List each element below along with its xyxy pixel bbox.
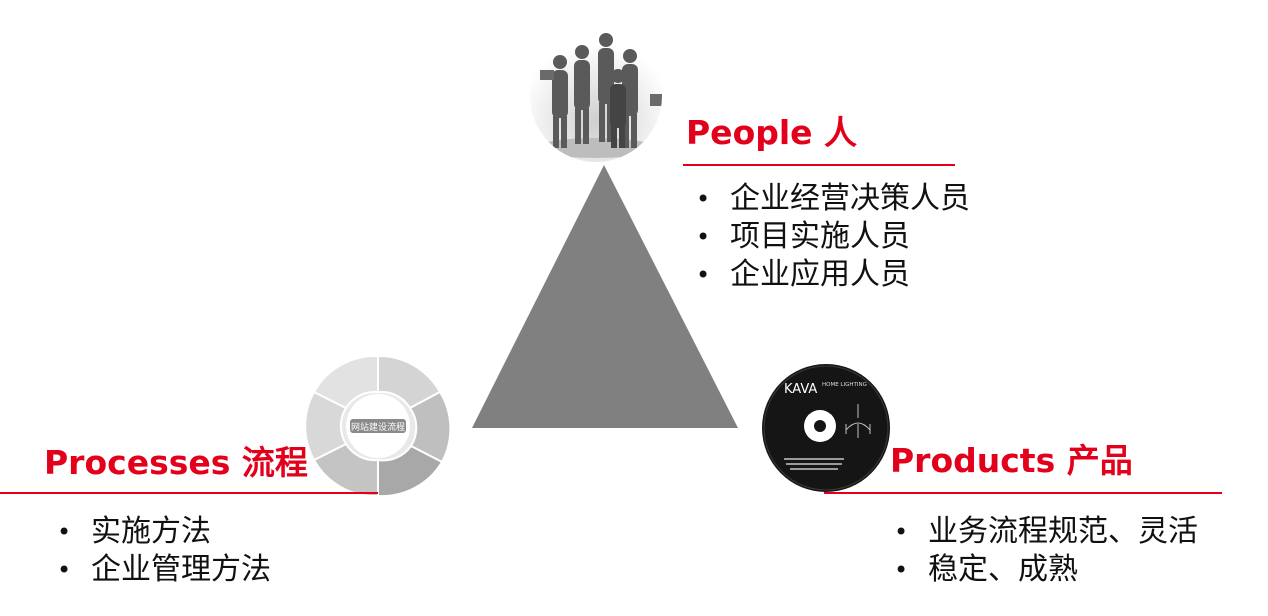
list-item: 企业经营决策人员 bbox=[694, 180, 970, 218]
people-list: 企业经营决策人员 项目实施人员 企业应用人员 bbox=[694, 180, 970, 294]
list-item: 实施方法 bbox=[55, 513, 271, 551]
products-heading: Products 产品 bbox=[890, 441, 1133, 480]
people-team-image bbox=[530, 30, 662, 162]
list-item: 企业管理方法 bbox=[55, 551, 271, 589]
disc-brand: KAVA bbox=[784, 382, 817, 397]
processes-heading: Processes 流程 bbox=[44, 443, 308, 482]
processes-list: 实施方法 企业管理方法 bbox=[55, 513, 271, 589]
people-underline bbox=[683, 164, 955, 166]
process-cycle-image: 网站建设流程 bbox=[304, 354, 452, 498]
list-item: 企业应用人员 bbox=[694, 256, 970, 294]
people-heading: People 人 bbox=[686, 113, 858, 152]
cycle-center-label: 网站建设流程 bbox=[351, 421, 405, 433]
product-disc-image: KAVA HOME LIGHTING bbox=[762, 364, 890, 492]
disc-subtitle: HOME LIGHTING bbox=[822, 382, 867, 388]
list-item: 项目实施人员 bbox=[694, 218, 970, 256]
products-underline bbox=[824, 492, 1222, 494]
list-item: 稳定、成熟 bbox=[892, 551, 1198, 589]
products-list: 业务流程规范、灵活 稳定、成熟 bbox=[892, 513, 1198, 589]
list-item: 业务流程规范、灵活 bbox=[892, 513, 1198, 551]
processes-underline bbox=[0, 492, 378, 494]
